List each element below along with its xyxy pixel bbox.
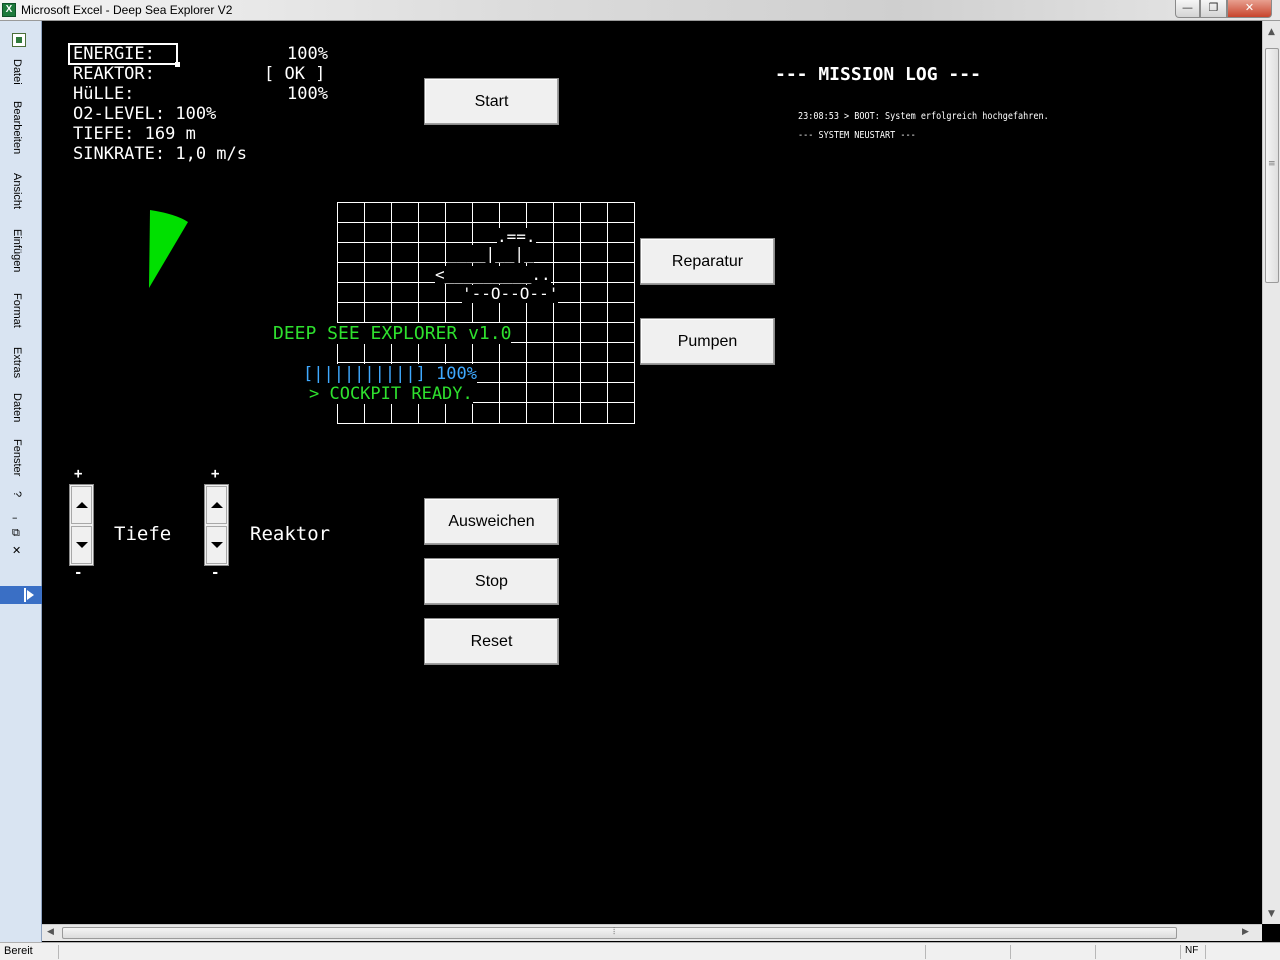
scroll-up-icon[interactable]: ▲ — [1268, 27, 1275, 37]
reaktor-down-button[interactable] — [206, 526, 227, 564]
reaktor-spinner[interactable] — [204, 484, 229, 566]
status-bar: Bereit NF — [0, 942, 1280, 960]
tiefe-up-button[interactable] — [71, 486, 92, 524]
status-text: Bereit — [4, 945, 33, 957]
reparatur-button[interactable]: Reparatur — [640, 238, 775, 285]
arrow-up-icon — [211, 502, 223, 508]
tiefe-minus-sign: - — [74, 565, 83, 581]
reset-button[interactable]: Reset — [424, 618, 559, 665]
menu-bearbeiten[interactable]: Bearbeiten — [11, 101, 23, 154]
window-title: Microsoft Excel - Deep Sea Explorer V2 — [21, 3, 233, 17]
menu-help[interactable]: ? — [11, 491, 23, 497]
reaktor-value: [ OK ] — [264, 64, 326, 84]
arrow-right-icon — [24, 588, 36, 602]
menu-format[interactable]: Format — [11, 293, 23, 328]
arrow-down-icon — [211, 542, 223, 548]
menu-fenster[interactable]: Fenster — [11, 439, 23, 476]
status-divider — [58, 945, 59, 959]
grid-line — [553, 203, 554, 423]
tiefe-readout: TIEFE: 169 m — [73, 124, 196, 144]
maximize-button[interactable]: ❐ — [1200, 0, 1227, 18]
toolbar-handle[interactable] — [0, 586, 42, 604]
scroll-right-icon[interactable]: ▶ — [1242, 927, 1249, 937]
pumpen-button[interactable]: Pumpen — [640, 318, 775, 365]
menu-einfuegen[interactable]: Einfügen — [11, 229, 23, 272]
horizontal-scrollbar[interactable]: ◀ ▶ — [42, 924, 1262, 941]
vertical-scroll-thumb[interactable] — [1265, 48, 1279, 283]
reaktor-plus-sign: + — [211, 466, 220, 482]
excel-icon: X — [2, 3, 16, 17]
doc-minimize-icon[interactable]: – — [12, 511, 18, 524]
menu-datei[interactable]: Datei — [11, 59, 23, 85]
grid-line — [580, 203, 581, 423]
menu-daten[interactable]: Daten — [11, 393, 23, 422]
huelle-label: HüLLE: — [73, 84, 135, 104]
horizontal-scroll-thumb[interactable] — [62, 926, 1177, 939]
reaktor-label: REAKTOR: — [73, 64, 155, 84]
o2-level: O2-LEVEL: 100% — [73, 104, 217, 124]
reaktor-label: Reaktor — [250, 523, 331, 545]
doc-restore-icon[interactable]: ⧉ — [12, 526, 20, 540]
menu-ansicht[interactable]: Ansicht — [11, 173, 23, 209]
tiefe-plus-sign: + — [74, 466, 83, 482]
status-divider — [1010, 945, 1011, 959]
scroll-left-icon[interactable]: ◀ — [47, 927, 54, 937]
submarine-ascii-line: <_________.. — [435, 265, 551, 284]
cockpit-status: > COCKPIT READY. — [309, 384, 473, 404]
log-entry: --- SYSTEM NEUSTART --- — [798, 130, 916, 141]
grid-line — [338, 242, 634, 243]
workbook-icon[interactable] — [12, 33, 26, 47]
status-divider — [1095, 945, 1096, 959]
menu-bar: Datei Bearbeiten Ansicht Einfügen Format… — [0, 21, 42, 942]
title-bar: X Microsoft Excel - Deep Sea Explorer V2… — [0, 0, 1280, 21]
tiefe-spinner[interactable] — [69, 484, 94, 566]
log-entry: 23:08:53 > BOOT: System erfolgreich hoch… — [798, 111, 1049, 122]
mission-log-title: --- MISSION LOG --- — [775, 64, 981, 85]
scroll-down-icon[interactable]: ▼ — [1268, 909, 1275, 919]
grid-line — [338, 362, 634, 363]
vertical-scrollbar[interactable]: ▲ ▼ — [1262, 21, 1280, 924]
start-button[interactable]: Start — [424, 78, 559, 125]
tiefe-down-button[interactable] — [71, 526, 92, 564]
reaktor-up-button[interactable] — [206, 486, 227, 524]
ausweichen-button[interactable]: Ausweichen — [424, 498, 559, 545]
grid-line — [607, 203, 608, 423]
status-nf: NF — [1185, 945, 1199, 956]
status-divider — [925, 945, 926, 959]
huelle-value: 100% — [287, 84, 328, 104]
boot-progress: [||||||||||] 100% — [303, 364, 477, 384]
stop-button[interactable]: Stop — [424, 558, 559, 605]
menu-extras[interactable]: Extras — [11, 347, 23, 378]
submarine-ascii-line: ____|__|_ — [447, 244, 534, 263]
energie-label: ENERGIE: — [73, 44, 155, 64]
submarine-ascii-line: '--O--O--' — [462, 284, 559, 303]
reaktor-minus-sign: - — [211, 565, 220, 581]
sinkrate-readout: SINKRATE: 1,0 m/s — [73, 144, 247, 164]
game-title: DEEP SEE EXPLORER v1.0 — [273, 323, 512, 344]
grid-line — [338, 222, 634, 223]
tiefe-label: Tiefe — [114, 523, 172, 545]
status-divider — [1205, 945, 1206, 959]
energie-value: 100% — [287, 44, 328, 64]
close-button[interactable]: ✕ — [1227, 0, 1272, 18]
arrow-up-icon — [76, 502, 88, 508]
radar-icon — [149, 210, 188, 288]
minimize-button[interactable]: — — [1175, 0, 1200, 18]
status-divider — [1180, 945, 1181, 959]
doc-close-icon[interactable]: ✕ — [12, 544, 21, 557]
arrow-down-icon — [76, 542, 88, 548]
